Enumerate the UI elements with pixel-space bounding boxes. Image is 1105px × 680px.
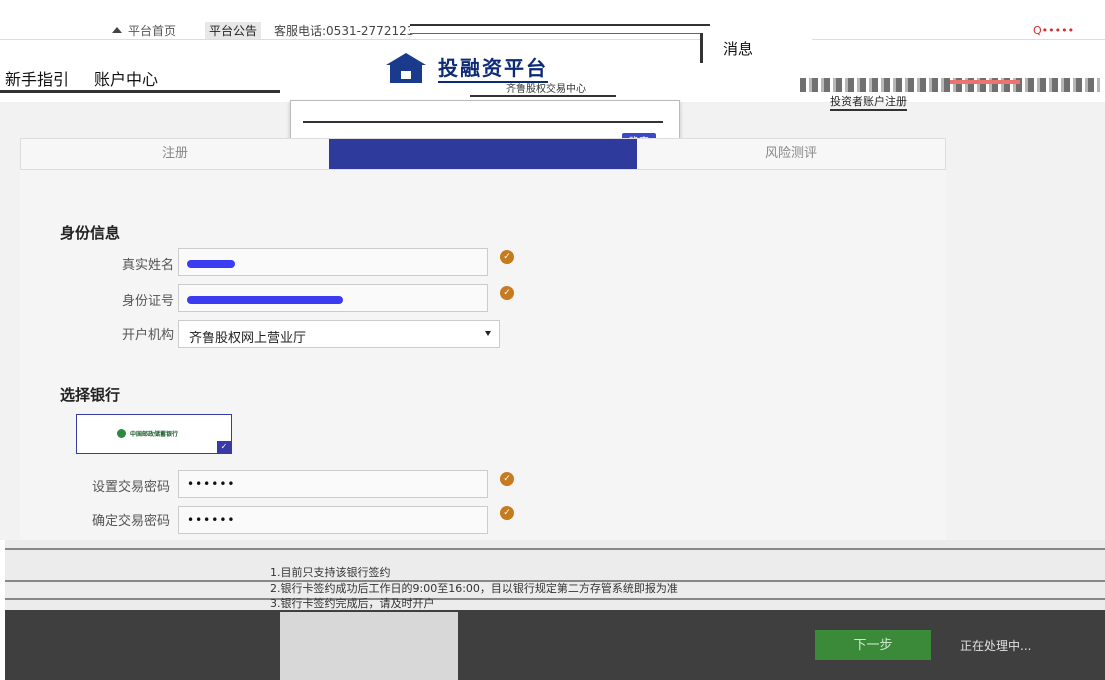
- valid-check-icon: ✓: [500, 472, 514, 486]
- processing-status: 正在处理中...: [960, 639, 1032, 653]
- home-link[interactable]: 平台首页: [112, 22, 176, 39]
- placeholder-card: [280, 612, 458, 680]
- account-form: 身份信息 真实姓名 ✓ 身份证号 ✓ 开户机构 齐鲁股权网上营业厅 选择银行 中…: [20, 170, 946, 540]
- real-name-label: 真实姓名: [121, 258, 174, 273]
- hotline-text: 客服电话:0531-2772123: [274, 24, 415, 38]
- redacted-value: [187, 260, 235, 268]
- confirm-password-label: 确定交易密码: [91, 514, 170, 529]
- site-logo[interactable]: 投融资平台: [384, 52, 548, 83]
- note-line-3: 3.银行卡签约完成后，请及时开户: [270, 597, 435, 610]
- valid-check-icon: ✓: [500, 506, 514, 520]
- house-logo-icon: [384, 52, 428, 83]
- login-link[interactable]: Q•••••: [1033, 24, 1074, 37]
- note-line-1: 1.目前只支持该银行签约: [270, 566, 391, 579]
- redacted-value: [187, 296, 343, 304]
- notice-link[interactable]: 平台公告: [205, 22, 262, 39]
- trade-password-value: ••••••: [187, 477, 236, 491]
- home-link-label: 平台首页: [128, 24, 177, 38]
- top-bar: 平台首页 平台公告 客服电话:0531-2772123 Q•••••: [0, 0, 1105, 40]
- id-number-field[interactable]: [178, 284, 488, 312]
- account-org-label: 开户机构: [121, 328, 174, 343]
- user-info-redacted: [410, 24, 710, 34]
- trade-password-field[interactable]: ••••••: [178, 470, 488, 498]
- step-current: [329, 139, 637, 169]
- message-content-line: [303, 121, 663, 123]
- bank-option-psbc[interactable]: 中国邮政储蓄银行 ✓: [76, 414, 232, 454]
- page-subtitle: 投资者账户注册: [830, 93, 907, 111]
- chevron-down-icon: [485, 331, 491, 336]
- brand-subtitle: 齐鲁股权交易中心: [470, 80, 616, 97]
- trade-password-label: 设置交易密码: [91, 480, 170, 495]
- nav-divider: [0, 90, 280, 93]
- account-org-value: 齐鲁股权网上营业厅: [189, 331, 307, 346]
- bank-logo-icon: [117, 429, 126, 438]
- valid-check-icon: ✓: [500, 250, 514, 264]
- brand-name: 投融资平台: [438, 52, 548, 83]
- home-icon: [112, 27, 122, 33]
- bank-name: 中国邮政储蓄银行: [130, 431, 179, 438]
- nav-right-strip: [800, 78, 1100, 92]
- note-line-2: 2.银行卡签约成功后工作日的9:00至16:00，目以银行规定第二方存管系统即报…: [270, 582, 678, 595]
- selected-check-icon: ✓: [217, 441, 231, 453]
- bank-logo: 中国邮政储蓄银行: [117, 429, 178, 438]
- notes-area: 1.目前只支持该银行签约 2.银行卡签约成功后工作日的9:00至16:00，目以…: [0, 540, 1105, 610]
- real-name-field[interactable]: [178, 248, 488, 276]
- registration-steps: 注册 风险测评: [20, 138, 946, 170]
- id-number-label: 身份证号: [121, 294, 174, 309]
- step-register: 注册: [161, 146, 188, 161]
- confirm-password-field[interactable]: ••••••: [178, 506, 488, 534]
- message-title: 消息: [723, 40, 754, 58]
- nav-newbie-guide[interactable]: 新手指引: [5, 66, 70, 92]
- nav-account-center[interactable]: 账户中心: [94, 66, 158, 90]
- valid-check-icon: ✓: [500, 286, 514, 300]
- next-step-button[interactable]: 下一步: [815, 630, 931, 660]
- account-org-select[interactable]: 齐鲁股权网上营业厅: [178, 320, 500, 348]
- message-title-bar: 消息: [700, 33, 812, 63]
- identity-section-title: 身份信息: [60, 224, 121, 242]
- confirm-password-value: ••••••: [187, 513, 236, 527]
- bank-section-title: 选择银行: [60, 386, 121, 404]
- step-risk-assessment: 风险测评: [764, 146, 817, 161]
- bottom-action-bar: 下一步 正在处理中...: [5, 610, 1105, 680]
